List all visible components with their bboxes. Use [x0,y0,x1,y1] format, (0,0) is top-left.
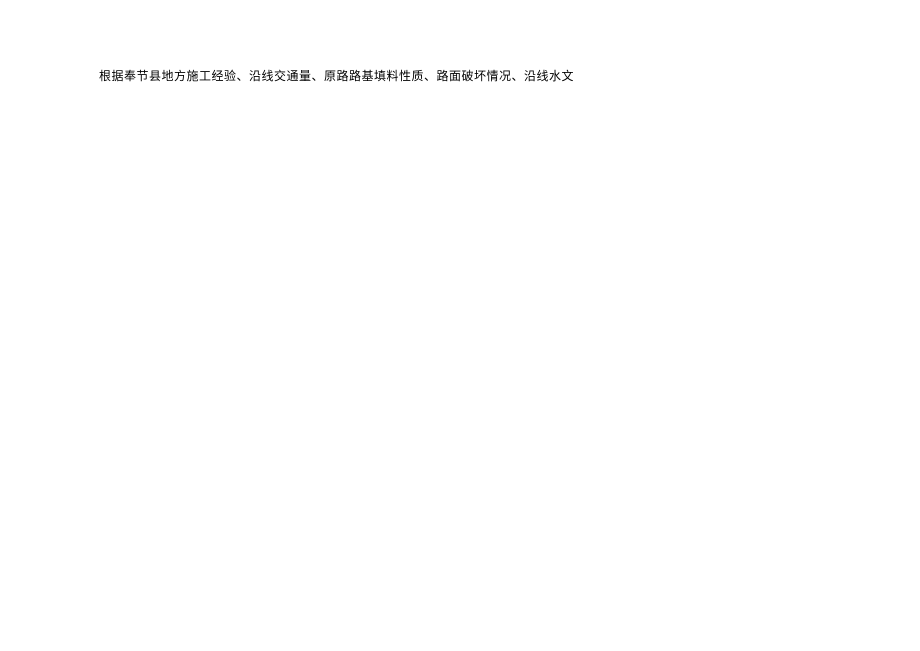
document-page: 根据奉节县地方施工经验、沿线交通量、原路路基填料性质、路面破坏情况、沿线水文 [0,0,920,651]
body-paragraph: 根据奉节县地方施工经验、沿线交通量、原路路基填料性质、路面破坏情况、沿线水文 [99,68,574,85]
